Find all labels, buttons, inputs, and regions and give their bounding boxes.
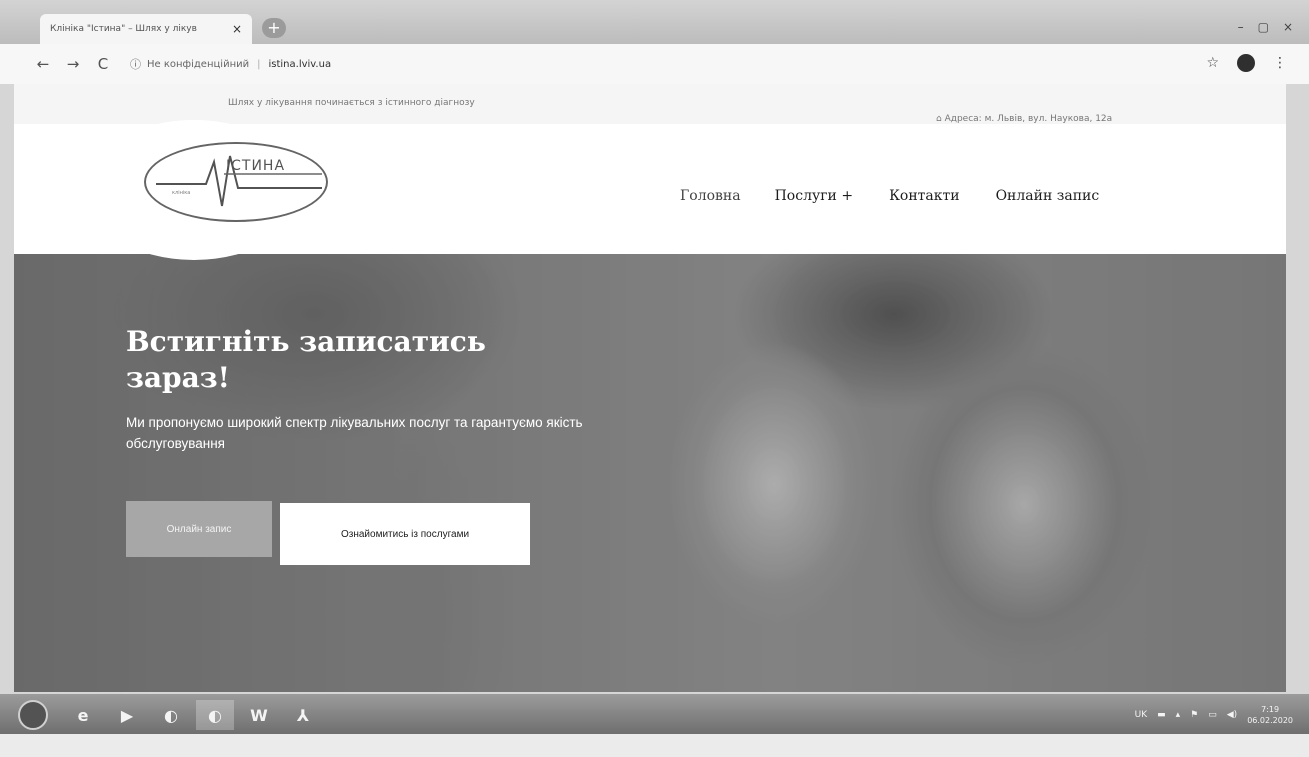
internet-explorer-icon[interactable]: e [64, 700, 102, 730]
view-services-button[interactable]: Ознайомитись із послугами [280, 503, 530, 565]
start-button[interactable] [18, 700, 48, 730]
bottom-margin [0, 734, 1309, 757]
url-text[interactable]: istina.lviv.ua [268, 59, 331, 70]
maximize-icon[interactable]: ▢ [1258, 20, 1269, 34]
media-player-icon[interactable]: ▶ [108, 700, 146, 730]
bookmark-star-icon[interactable]: ☆ [1206, 55, 1219, 71]
network-icon[interactable]: ⚑ [1190, 710, 1198, 720]
forward-icon[interactable]: → [58, 55, 88, 73]
address-label: Адреса: м. Львів, вул. Наукова, 12а [944, 114, 1113, 124]
browser-tab-bar: Клініка "Істина" – Шлях у лікув × + – ▢ … [0, 0, 1309, 44]
hero-description: Ми пропонуємо широкий спектр лікувальних… [126, 415, 583, 451]
reload-icon[interactable]: C [88, 55, 118, 73]
clinic-logo[interactable]: ІСТИНА клініка [144, 142, 328, 222]
nav-item-contacts[interactable]: Контакти [889, 188, 960, 204]
logo-subtitle: клініка [172, 190, 191, 196]
slogan-text: Шлях у лікування починається з істинного… [228, 98, 475, 108]
chrome-icon[interactable]: ◐ [152, 700, 190, 730]
tab-title: Клініка "Істина" – Шлях у лікув [50, 24, 197, 34]
info-icon[interactable]: ⓘ [130, 56, 141, 72]
word-icon[interactable]: W [240, 700, 278, 730]
hero-overlay [14, 254, 1286, 692]
nav-item-home[interactable]: Головна [680, 188, 741, 204]
window-controls: – ▢ × [1238, 20, 1293, 34]
clock-time: 7:19 [1261, 705, 1280, 714]
heartbeat-icon [156, 155, 322, 207]
main-navigation: Головна Послуги + Контакти Онлайн запис [680, 188, 1099, 204]
home-icon: ⌂ [936, 114, 942, 124]
system-tray: UK ▬ ▴ ⚑ ▭ ◀) 7:19 06.02.2020 [1135, 704, 1293, 726]
address-bar[interactable]: ⓘ Не конфіденційний | istina.lviv.ua [130, 52, 1190, 76]
new-tab-button[interactable]: + [262, 18, 286, 38]
browser-tab[interactable]: Клініка "Істина" – Шлях у лікув × [40, 14, 252, 44]
close-tab-icon[interactable]: × [232, 22, 242, 36]
hero-banner: Встигніть записатись зараз! Ми пропонуєм… [14, 254, 1286, 692]
top-info-bar: Шлях у лікування починається з істинного… [14, 84, 1286, 124]
nav-item-online-booking[interactable]: Онлайн запис [996, 188, 1100, 204]
tray-arrow-icon[interactable]: ▴ [1176, 710, 1181, 720]
language-indicator[interactable]: UK [1135, 710, 1148, 720]
browser-toolbar: ← → C ⓘ Не конфіденційний | istina.lviv.… [0, 44, 1309, 84]
display-icon[interactable]: ▭ [1208, 710, 1217, 720]
volume-icon[interactable]: ◀) [1227, 710, 1237, 720]
windows-taskbar: e ▶ ◐ ◐ W ⅄ UK ▬ ▴ ⚑ ▭ ◀) 7:19 06.02.202… [0, 694, 1309, 734]
address-text: ⌂ Адреса: м. Львів, вул. Наукова, 12а [936, 114, 1112, 124]
nav-item-services[interactable]: Послуги + [775, 188, 853, 204]
minimize-icon[interactable]: – [1238, 20, 1244, 34]
back-icon[interactable]: ← [28, 55, 58, 73]
logo-name: ІСТИНА [226, 158, 286, 174]
taskbar-icons: e ▶ ◐ ◐ W ⅄ [64, 700, 322, 730]
web-page: Шлях у лікування починається з істинного… [14, 84, 1286, 692]
keyboard-icon[interactable]: ▬ [1157, 710, 1166, 720]
chrome-active-icon[interactable]: ◐ [196, 700, 234, 730]
clock[interactable]: 7:19 06.02.2020 [1247, 704, 1293, 726]
acrobat-icon[interactable]: ⅄ [284, 700, 322, 730]
browser-menu-icon[interactable]: ⋮ [1273, 55, 1287, 71]
close-window-icon[interactable]: × [1283, 20, 1293, 34]
profile-avatar-icon[interactable] [1237, 54, 1255, 72]
clock-date: 06.02.2020 [1247, 716, 1293, 725]
security-label: Не конфіденційний [147, 58, 250, 70]
toolbar-right: ☆ ⋮ [1206, 54, 1287, 72]
hero-title: Встигніть записатись зараз! [126, 325, 486, 394]
online-booking-button[interactable]: Онлайн запис [126, 501, 272, 557]
